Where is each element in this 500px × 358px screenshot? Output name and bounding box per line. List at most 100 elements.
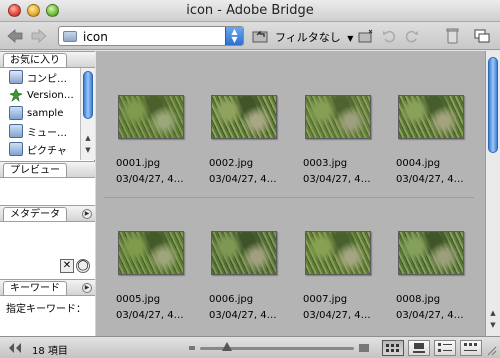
- thumbnail-image[interactable]: [211, 231, 277, 275]
- file-date: 03/04/27, 4…: [303, 174, 371, 185]
- versions-view-button[interactable]: [460, 340, 482, 356]
- toolbar: icon ▲ ▼ フィルタなし ▼: [0, 22, 500, 50]
- thumbnail-view-button[interactable]: [382, 340, 404, 356]
- metadata-panel: ✕ ◯: [0, 222, 95, 279]
- back-arrow-icon: [7, 29, 23, 43]
- metadata-clear-button[interactable]: ✕: [60, 259, 74, 273]
- thumbnail-image[interactable]: [118, 95, 184, 139]
- thumbnail-view-icon: [386, 344, 399, 352]
- content-scrollbar[interactable]: ▲ ▼: [485, 51, 500, 336]
- filter-menu[interactable]: フィルタなし ▼: [275, 29, 353, 45]
- metadata-panel-tab[interactable]: メタデータ ▶: [0, 205, 95, 222]
- favorite-label: コンピ…: [27, 73, 67, 85]
- thumbnail-size-knob[interactable]: [222, 342, 232, 351]
- row-separator: [104, 197, 474, 198]
- resize-grip-icon[interactable]: [487, 346, 497, 356]
- scroll-up-icon[interactable]: ▲: [486, 309, 500, 317]
- favorites-panel-tab[interactable]: お気に入り: [0, 51, 95, 68]
- trash-icon: [446, 28, 459, 44]
- content-scroll-thumb[interactable]: [488, 57, 498, 153]
- favorite-item-music[interactable]: ミュー…: [0, 122, 80, 140]
- go-up-folder-icon: [252, 30, 268, 43]
- keywords-panel-tab[interactable]: キーワード ▶: [0, 279, 95, 296]
- title-bar: icon - Adobe Bridge: [0, 0, 500, 22]
- file-date: 03/04/27, 4…: [396, 174, 464, 185]
- file-date: 03/04/27, 4…: [116, 310, 184, 321]
- path-dropdown-icon[interactable]: ▲ ▼: [225, 27, 243, 45]
- go-up-folder-button[interactable]: [251, 26, 269, 46]
- scroll-up-icon[interactable]: ▲: [81, 134, 95, 142]
- file-name: 0007.jpg: [303, 294, 348, 305]
- metadata-tab-label: メタデータ: [3, 207, 67, 221]
- file-name: 0003.jpg: [303, 158, 348, 169]
- file-date: 03/04/27, 4…: [209, 174, 277, 185]
- file-name: 0006.jpg: [209, 294, 254, 305]
- keywords-panel-menu-icon[interactable]: ▶: [82, 283, 92, 293]
- filmstrip-view-button[interactable]: [408, 340, 430, 356]
- file-name: 0004.jpg: [396, 158, 441, 169]
- rotate-left-button[interactable]: [381, 26, 397, 46]
- file-date: 03/04/27, 4…: [116, 174, 184, 185]
- keywords-tab-label: キーワード: [3, 281, 67, 295]
- keywords-label: 指定キーワード：: [6, 304, 86, 315]
- left-panels: お気に入り コンピ… Version… sample ミュー… ピクチャ ▲ ▼…: [0, 51, 95, 336]
- favorite-item-version-cue[interactable]: Version…: [0, 86, 80, 104]
- favorites-scroll-thumb[interactable]: [83, 71, 93, 119]
- file-name: 0002.jpg: [209, 158, 254, 169]
- favorite-label: Version…: [27, 89, 74, 101]
- new-folder-icon: [358, 29, 373, 43]
- thumbnail-image[interactable]: [305, 231, 371, 275]
- scroll-down-icon[interactable]: ▼: [81, 146, 95, 154]
- metadata-apply-button[interactable]: ◯: [76, 259, 90, 273]
- favorites-scrollbar[interactable]: ▲ ▼: [80, 68, 95, 160]
- compact-mode-icon: [474, 29, 490, 43]
- compact-mode-button[interactable]: [473, 26, 491, 46]
- rotate-right-button[interactable]: [404, 26, 420, 46]
- zoom-out-icon[interactable]: [188, 344, 196, 352]
- status-bar: 18 項目: [0, 336, 500, 358]
- filter-dropdown-icon: ▼: [347, 34, 354, 43]
- favorite-item-pictures[interactable]: ピクチャ: [0, 140, 80, 158]
- rotate-right-icon: [405, 30, 418, 43]
- filter-label: フィルタなし: [275, 31, 341, 44]
- item-count: 18 項目: [32, 346, 68, 357]
- thumbnail-image[interactable]: [305, 95, 371, 139]
- path-selector[interactable]: icon ▲ ▼: [58, 26, 244, 46]
- favorite-item-sample[interactable]: sample: [0, 104, 80, 122]
- keywords-panel: 指定キーワード：: [0, 296, 95, 336]
- forward-arrow-icon: [31, 29, 47, 43]
- metadata-panel-menu-icon[interactable]: ▶: [82, 209, 92, 219]
- forward-button[interactable]: [30, 26, 48, 46]
- collapse-panels-icon[interactable]: [8, 342, 22, 354]
- favorites-list: コンピ… Version… sample ミュー… ピクチャ: [0, 68, 80, 160]
- file-name: 0001.jpg: [116, 158, 161, 169]
- thumbnail-image[interactable]: [118, 231, 184, 275]
- zoom-in-icon[interactable]: [358, 342, 370, 354]
- new-folder-button[interactable]: [357, 26, 375, 46]
- thumbnail-image[interactable]: [211, 95, 277, 139]
- thumbnail-image[interactable]: [398, 95, 464, 139]
- delete-button[interactable]: [443, 26, 461, 46]
- content-area: 0001.jpg 03/04/27, 4… 0002.jpg 03/04/27, 4……: [96, 51, 485, 336]
- favorites-tab-label: お気に入り: [3, 53, 67, 67]
- favorite-label: sample: [27, 107, 64, 119]
- bridge-window: icon - Adobe Bridge icon ▲ ▼ フィルタなし ▼ お気…: [0, 0, 500, 358]
- preview-panel-tab[interactable]: プレビュー: [0, 161, 95, 178]
- thumbnail-image[interactable]: [398, 231, 464, 275]
- music-folder-icon: [9, 124, 23, 138]
- favorite-label: ミュー…: [27, 127, 67, 139]
- pictures-folder-icon: [9, 142, 23, 156]
- computer-icon: [9, 70, 23, 84]
- scroll-down-icon[interactable]: ▼: [486, 321, 500, 329]
- details-view-button[interactable]: [434, 340, 456, 356]
- file-date: 03/04/27, 4…: [396, 310, 464, 321]
- file-date: 03/04/27, 4…: [303, 310, 371, 321]
- file-name: 0005.jpg: [116, 294, 161, 305]
- back-button[interactable]: [6, 26, 24, 46]
- favorite-label: ピクチャ: [27, 145, 67, 157]
- file-date: 03/04/27, 4…: [209, 310, 277, 321]
- path-label: icon: [83, 30, 108, 44]
- document-folder-icon: [9, 106, 23, 120]
- version-cue-icon: [9, 88, 23, 102]
- favorite-item-computer[interactable]: コンピ…: [0, 68, 80, 86]
